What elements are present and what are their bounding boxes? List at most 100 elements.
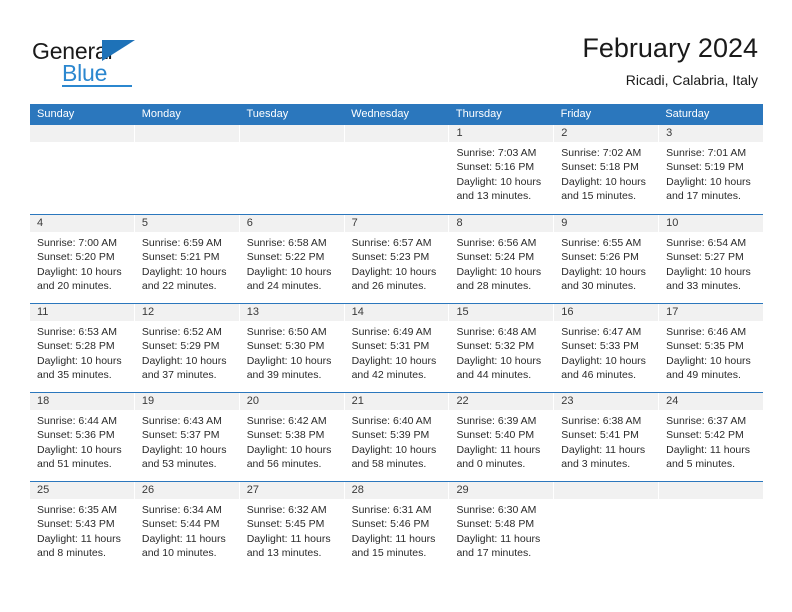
- day-number: 13: [239, 304, 344, 321]
- daylight-duration-line2: and 8 minutes.: [37, 546, 106, 559]
- day-cell-empty: [134, 125, 240, 214]
- day-details: Sunrise: 7:00 AM Sunset: 5:20 PM Daylight:…: [30, 232, 134, 293]
- day-cell[interactable]: 7 Sunrise: 6:57 AM Sunset: 5:23 PM Daylight…: [344, 215, 450, 303]
- day-number: 10: [659, 215, 764, 232]
- weekday-header-sunday: Sunday: [37, 108, 75, 120]
- day-cell[interactable]: 19 Sunrise: 6:43 AM Sunset: 5:37 PM Dayligh…: [134, 393, 240, 481]
- sunrise-time: Sunrise: 6:50 AM: [246, 326, 327, 338]
- day-cell[interactable]: 21 Sunrise: 6:40 AM Sunset: 5:39 PM Dayligh…: [344, 393, 450, 481]
- day-details: Sunrise: 6:59 AM Sunset: 5:21 PM Daylight:…: [135, 232, 239, 293]
- weekday-header-friday: Friday: [560, 108, 592, 120]
- day-cell[interactable]: 13 Sunrise: 6:50 AM Sunset: 5:30 PM Dayligh…: [239, 304, 345, 392]
- day-cell[interactable]: 14 Sunrise: 6:49 AM Sunset: 5:31 PM Dayligh…: [344, 304, 450, 392]
- day-number: [30, 125, 134, 142]
- day-details: Sunrise: 6:52 AM Sunset: 5:29 PM Daylight:…: [135, 321, 239, 382]
- sunrise-time: Sunrise: 7:02 AM: [561, 147, 642, 159]
- daylight-duration-line2: and 33 minutes.: [666, 279, 741, 292]
- day-cell[interactable]: 16 Sunrise: 6:47 AM Sunset: 5:33 PM Dayligh…: [554, 304, 660, 392]
- logo-text-blue: Blue: [62, 60, 108, 86]
- daylight-duration-line2: and 56 minutes.: [246, 457, 322, 470]
- day-number: 9: [554, 215, 659, 232]
- sunset-time: Sunset: 5:38 PM: [246, 429, 325, 442]
- day-number: 7: [344, 215, 449, 232]
- day-number: 14: [344, 304, 449, 321]
- sunset-time: Sunset: 5:33 PM: [561, 340, 639, 353]
- daylight-duration-line1: Daylight: 10 hours: [141, 265, 227, 278]
- daylight-duration-line2: and 39 minutes.: [246, 368, 322, 381]
- daylight-duration-line2: and 5 minutes.: [666, 457, 736, 470]
- day-number: 27: [239, 482, 344, 499]
- day-number: 8: [449, 215, 554, 232]
- sunset-time: Sunset: 5:39 PM: [351, 429, 430, 442]
- day-cell[interactable]: 15 Sunrise: 6:48 AM Sunset: 5:32 PM Dayligh…: [449, 304, 555, 392]
- day-cell[interactable]: 27 Sunrise: 6:32 AM Sunset: 5:45 PM Dayligh…: [239, 482, 345, 570]
- day-cell[interactable]: 4 Sunrise: 7:00 AM Sunset: 5:20 PM Daylight…: [30, 215, 135, 303]
- sunrise-time: Sunrise: 6:35 AM: [37, 504, 117, 516]
- day-cell[interactable]: 20 Sunrise: 6:42 AM Sunset: 5:38 PM Dayligh…: [239, 393, 345, 481]
- sunrise-time: Sunrise: 6:56 AM: [456, 237, 537, 249]
- daylight-duration-line2: and 24 minutes.: [246, 279, 322, 292]
- day-cell[interactable]: 22 Sunrise: 6:39 AM Sunset: 5:40 PM Dayligh…: [449, 393, 555, 481]
- day-cell[interactable]: 2 Sunrise: 7:02 AM Sunset: 5:18 PM Daylight…: [554, 125, 660, 214]
- day-cell[interactable]: 9 Sunrise: 6:55 AM Sunset: 5:26 PM Daylight…: [554, 215, 660, 303]
- sunrise-time: Sunrise: 7:00 AM: [37, 237, 117, 249]
- day-details: Sunrise: 6:47 AM Sunset: 5:33 PM Daylight:…: [554, 321, 658, 382]
- sunset-time: Sunset: 5:31 PM: [351, 340, 430, 353]
- daylight-duration-line2: and 44 minutes.: [456, 368, 532, 381]
- daylight-duration-line2: and 15 minutes.: [561, 189, 637, 202]
- sunset-time: Sunset: 5:24 PM: [456, 251, 535, 264]
- daylight-duration-line1: Daylight: 11 hours: [351, 532, 436, 545]
- day-details: Sunrise: 7:01 AM Sunset: 5:19 PM Daylight:…: [659, 142, 763, 203]
- sunset-time: Sunset: 5:35 PM: [666, 340, 744, 353]
- daylight-duration-line2: and 58 minutes.: [351, 457, 427, 470]
- sunset-time: Sunset: 5:23 PM: [351, 251, 430, 264]
- daylight-duration-line1: Daylight: 10 hours: [246, 354, 332, 367]
- day-cell[interactable]: 6 Sunrise: 6:58 AM Sunset: 5:22 PM Daylight…: [239, 215, 345, 303]
- day-cell[interactable]: 8 Sunrise: 6:56 AM Sunset: 5:24 PM Daylight…: [449, 215, 555, 303]
- day-details: Sunrise: 6:43 AM Sunset: 5:37 PM Daylight:…: [135, 410, 239, 471]
- sunrise-time: Sunrise: 6:57 AM: [351, 237, 432, 249]
- day-number: [344, 125, 449, 142]
- day-number: 4: [30, 215, 134, 232]
- day-details: Sunrise: 6:53 AM Sunset: 5:28 PM Daylight:…: [30, 321, 134, 382]
- day-details: Sunrise: 6:58 AM Sunset: 5:22 PM Daylight:…: [240, 232, 344, 293]
- day-cell[interactable]: 17 Sunrise: 6:46 AM Sunset: 5:35 PM Dayligh…: [659, 304, 764, 392]
- day-details: Sunrise: 6:54 AM Sunset: 5:27 PM Daylight:…: [659, 232, 763, 293]
- sunrise-time: Sunrise: 6:42 AM: [246, 415, 327, 427]
- day-cell[interactable]: 29 Sunrise: 6:30 AM Sunset: 5:48 PM Dayligh…: [449, 482, 555, 570]
- sunset-time: Sunset: 5:45 PM: [246, 518, 325, 531]
- sunset-time: Sunset: 5:42 PM: [666, 429, 744, 442]
- sunset-time: Sunset: 5:46 PM: [351, 518, 430, 531]
- day-number: 16: [554, 304, 659, 321]
- day-cell[interactable]: 5 Sunrise: 6:59 AM Sunset: 5:21 PM Daylight…: [134, 215, 240, 303]
- page-subtitle: Ricadi, Calabria, Italy: [625, 72, 758, 88]
- calendar-week-row: 1 Sunrise: 7:03 AM Sunset: 5:16 PM Daylight…: [30, 125, 764, 214]
- sunrise-time: Sunrise: 6:37 AM: [666, 415, 747, 427]
- day-cell[interactable]: 11 Sunrise: 6:53 AM Sunset: 5:28 PM Dayligh…: [30, 304, 135, 392]
- day-cell[interactable]: 25 Sunrise: 6:35 AM Sunset: 5:43 PM Dayligh…: [30, 482, 135, 570]
- sunrise-time: Sunrise: 6:32 AM: [246, 504, 327, 516]
- sunset-time: Sunset: 5:36 PM: [37, 429, 115, 442]
- day-cell[interactable]: 18 Sunrise: 6:44 AM Sunset: 5:36 PM Dayligh…: [30, 393, 135, 481]
- sunrise-time: Sunrise: 6:53 AM: [37, 326, 117, 338]
- weekday-header-thursday: Thursday: [455, 108, 502, 120]
- day-cell[interactable]: 28 Sunrise: 6:31 AM Sunset: 5:46 PM Dayligh…: [344, 482, 450, 570]
- daylight-duration-line2: and 13 minutes.: [456, 189, 532, 202]
- day-cell[interactable]: 12 Sunrise: 6:52 AM Sunset: 5:29 PM Dayligh…: [134, 304, 240, 392]
- daylight-duration-line2: and 0 minutes.: [456, 457, 526, 470]
- day-cell[interactable]: 3 Sunrise: 7:01 AM Sunset: 5:19 PM Daylight…: [659, 125, 764, 214]
- weekday-header-saturday: Saturday: [665, 108, 710, 120]
- sunrise-time: Sunrise: 6:59 AM: [141, 237, 222, 249]
- day-cell[interactable]: 24 Sunrise: 6:37 AM Sunset: 5:42 PM Dayligh…: [659, 393, 764, 481]
- day-cell[interactable]: 1 Sunrise: 7:03 AM Sunset: 5:16 PM Daylight…: [449, 125, 555, 214]
- day-cell[interactable]: 23 Sunrise: 6:38 AM Sunset: 5:41 PM Dayligh…: [554, 393, 660, 481]
- sunrise-time: Sunrise: 6:31 AM: [351, 504, 432, 516]
- page-header: General Blue February 2024 Ricadi, Calab…: [0, 0, 792, 100]
- daylight-duration-line1: Daylight: 11 hours: [246, 532, 331, 545]
- day-cell[interactable]: 26 Sunrise: 6:34 AM Sunset: 5:44 PM Dayligh…: [134, 482, 240, 570]
- day-number: 1: [449, 125, 554, 142]
- generalblue-logo[interactable]: General Blue: [32, 38, 192, 87]
- day-details: Sunrise: 6:37 AM Sunset: 5:42 PM Daylight:…: [659, 410, 763, 471]
- day-details: Sunrise: 6:48 AM Sunset: 5:32 PM Daylight:…: [449, 321, 553, 382]
- day-cell[interactable]: 10 Sunrise: 6:54 AM Sunset: 5:27 PM Dayligh…: [659, 215, 764, 303]
